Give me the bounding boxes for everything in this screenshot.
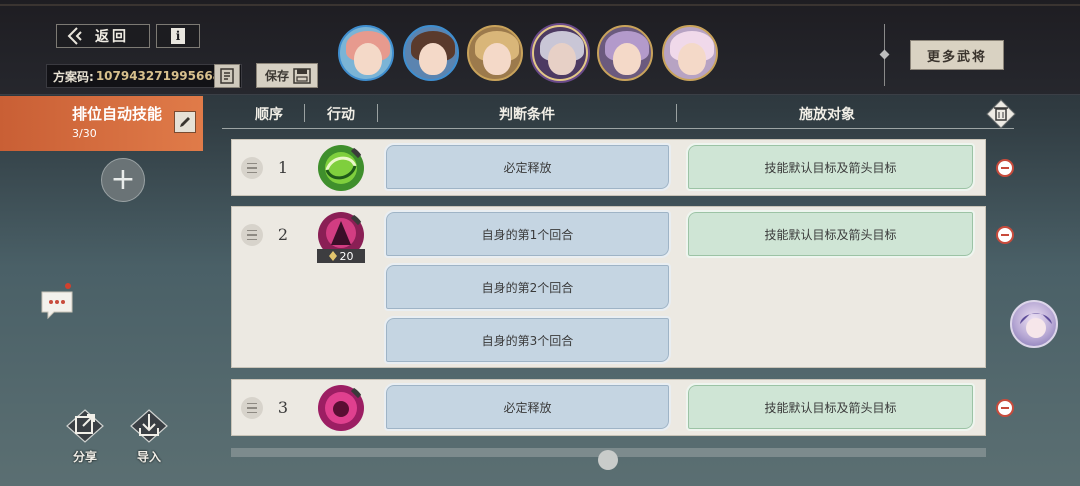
col-action: 行动: [327, 107, 355, 123]
drag-handle-icon[interactable]: [241, 157, 263, 179]
condition-chip[interactable]: 自身的第2个回合: [384, 263, 671, 311]
back-label: 返回: [95, 29, 129, 45]
hero-avatar-selected[interactable]: [532, 25, 588, 81]
scroll-handle[interactable]: [598, 450, 618, 470]
share-icon: [66, 409, 104, 443]
add-icon[interactable]: +: [101, 158, 145, 202]
header-separator: [377, 104, 378, 122]
skill-cost: 20: [339, 249, 354, 263]
chat-icon[interactable]: [40, 280, 74, 320]
plan-code-label: 方案码:: [53, 69, 94, 84]
condition-chip[interactable]: 必定释放: [384, 143, 671, 191]
remove-icon[interactable]: [996, 399, 1014, 417]
import-label: 导入: [136, 450, 161, 464]
table-row: 3 必定释放 技能默认目标及箭头目标: [231, 379, 986, 436]
remove-icon[interactable]: [996, 226, 1014, 244]
condition-chip[interactable]: 自身的第3个回合: [384, 316, 671, 364]
share-label: 分享: [72, 450, 97, 464]
table-row: 2 20 自身的第1个回合 自身的第2个回合 自身的第3个回合 技能默认目标及箭…: [231, 206, 986, 368]
remove-icon[interactable]: [996, 159, 1014, 177]
drag-handle-icon[interactable]: [241, 397, 263, 419]
col-condition: 判断条件: [499, 107, 555, 123]
hero-avatar[interactable]: [597, 25, 653, 81]
more-generals-button[interactable]: 更多武将: [910, 40, 1004, 70]
drag-handle-icon[interactable]: [241, 224, 263, 246]
col-order: 顺序: [255, 107, 283, 123]
import-icon: [130, 409, 168, 443]
back-button[interactable]: 返回: [56, 24, 150, 48]
col-target: 施放对象: [799, 107, 855, 123]
plan-code-value: 10794327199566a6: [95, 69, 230, 83]
row-number: 3: [277, 398, 289, 417]
skill-icon-pink-fist[interactable]: [317, 384, 365, 432]
table-row: 1 必定释放 技能默认目标及箭头目标: [231, 139, 986, 196]
save-label: 保存: [265, 69, 290, 83]
save-button[interactable]: 保存: [256, 63, 318, 88]
table-header: 顺序 行动 判断条件 施放对象: [222, 100, 1014, 129]
hero-avatar[interactable]: [662, 25, 718, 81]
info-button[interactable]: i: [156, 24, 200, 48]
hero-avatar[interactable]: [338, 25, 394, 81]
target-chip[interactable]: 技能默认目标及箭头目标: [686, 143, 975, 191]
skill-icon-green-swirl[interactable]: [317, 144, 365, 192]
header-separator: [676, 104, 677, 122]
trash-icon[interactable]: [986, 99, 1016, 129]
hero-avatar[interactable]: [403, 25, 459, 81]
target-chip[interactable]: 技能默认目标及箭头目标: [686, 210, 975, 258]
copy-icon[interactable]: [214, 64, 240, 88]
floating-helper-avatar[interactable]: [1010, 300, 1058, 348]
skill-cost-badge: 20: [317, 249, 365, 263]
edit-icon[interactable]: [174, 111, 196, 133]
diamond-icon: [328, 251, 337, 261]
target-chip[interactable]: 技能默认目标及箭头目标: [686, 383, 975, 431]
import-button[interactable]: 导入: [127, 408, 171, 468]
back-chevron-icon: [67, 27, 82, 45]
condition-chip[interactable]: 必定释放: [384, 383, 671, 431]
share-button[interactable]: 分享: [63, 408, 107, 468]
info-icon: i: [171, 28, 185, 44]
header-separator: [304, 104, 305, 122]
save-icon: [293, 67, 311, 84]
hero-avatar[interactable]: [467, 25, 523, 81]
tab-ranked-auto-skill[interactable]: 排位自动技能 3/30: [0, 96, 203, 151]
condition-chip[interactable]: 自身的第1个回合: [384, 210, 671, 258]
plan-code: 方案码: 10794327199566a6: [46, 64, 242, 88]
row-number: 2: [277, 225, 289, 244]
header-divider: [884, 24, 885, 86]
row-number: 1: [277, 158, 289, 177]
